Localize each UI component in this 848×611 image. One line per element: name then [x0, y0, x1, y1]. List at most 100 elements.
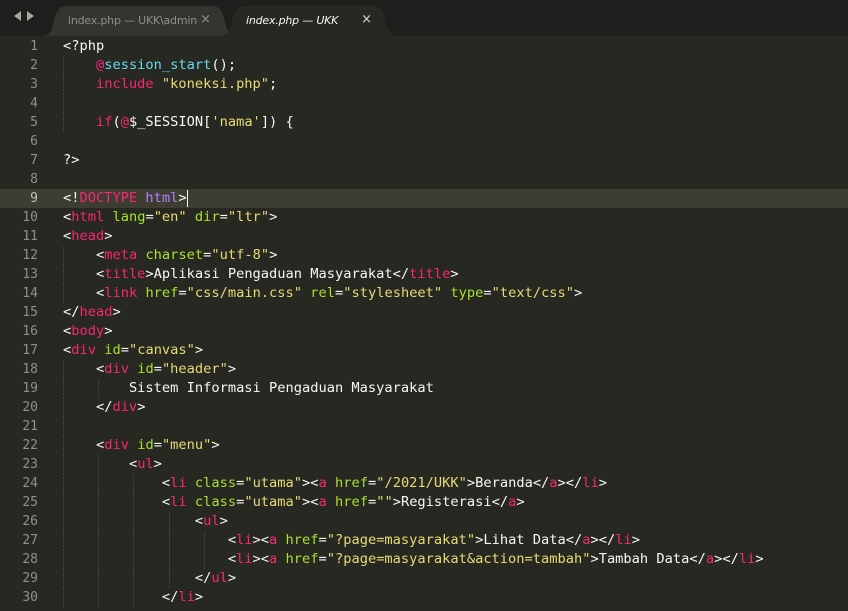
code-text[interactable]: <body>: [63, 322, 112, 341]
code-text[interactable]: ?>: [63, 151, 79, 170]
code-line[interactable]: 7 ?>: [0, 151, 848, 170]
code-line[interactable]: 20 </div>: [0, 398, 848, 417]
code-line[interactable]: 24 <li class="utama"><a href="/2021/UKK"…: [0, 474, 848, 493]
close-icon[interactable]: ×: [361, 12, 372, 28]
code-line[interactable]: 10 <html lang="en" dir="ltr">: [0, 208, 848, 227]
code-line[interactable]: 12 <meta charset="utf-8">: [0, 246, 848, 265]
code-token: ><: [302, 475, 319, 491]
code-text[interactable]: <ul>: [63, 455, 162, 474]
code-line[interactable]: 1 <?php: [0, 37, 848, 56]
code-token: </: [194, 570, 212, 586]
code-token: ul: [137, 456, 154, 472]
code-token: <?php: [63, 38, 105, 54]
code-text[interactable]: <div id="header">: [63, 360, 236, 379]
code-token: 'nama': [211, 114, 261, 130]
chevron-right-icon[interactable]: [27, 11, 34, 21]
code-line[interactable]: 4: [0, 94, 848, 113]
code-line[interactable]: 29 </ul>: [0, 569, 848, 588]
code-token: li: [170, 494, 187, 510]
code-token: "utama": [244, 494, 303, 510]
code-token: <: [63, 323, 72, 339]
tab-index-admin[interactable]: index.php — UKK\admin ×: [42, 6, 237, 36]
code-line[interactable]: 25 <li class="utama"><a href="">Register…: [0, 493, 848, 512]
code-text[interactable]: <link href="css/main.css" rel="styleshee…: [63, 284, 582, 303]
line-number: 10: [22, 210, 38, 225]
code-line[interactable]: 5 if(@$_SESSION['nama']) {: [0, 113, 848, 132]
code-token: =: [483, 285, 492, 301]
code-text[interactable]: <title>Aplikasi Pengaduan Masyarakat</ti…: [63, 265, 459, 284]
code-token: >: [153, 456, 162, 472]
line-number: 12: [22, 248, 38, 263]
code-text[interactable]: Sistem Informasi Pengaduan Masyarakat: [63, 379, 434, 398]
code-editor[interactable]: 1 <?php 2 @session_start(); 3 include "kone…: [0, 36, 848, 611]
code-line[interactable]: 18 <div id="header">: [0, 360, 848, 379]
code-text[interactable]: <li><a href="?page=masyarakat">Lihat Dat…: [63, 531, 640, 550]
code-text[interactable]: <div id="menu">: [63, 436, 220, 455]
chevron-left-icon[interactable]: [14, 11, 21, 21]
code-line[interactable]: 30 </li>: [0, 588, 848, 607]
code-text[interactable]: </head>: [63, 303, 121, 322]
code-line[interactable]: 13 <title>Aplikasi Pengaduan Masyarakat<…: [0, 265, 848, 284]
code-token: title: [104, 266, 146, 282]
line-number: 18: [22, 362, 38, 377]
line-number: 5: [30, 115, 38, 130]
code-line[interactable]: 14 <link href="css/main.css" rel="styles…: [0, 284, 848, 303]
line-number: 28: [22, 552, 38, 567]
code-text[interactable]: <!DOCTYPE html>: [63, 189, 188, 208]
code-text[interactable]: </ul>: [63, 569, 236, 588]
code-line[interactable]: 15 </head>: [0, 303, 848, 322]
code-line[interactable]: 27 <li><a href="?page=masyarakat">Lihat …: [0, 531, 848, 550]
code-line[interactable]: 6: [0, 132, 848, 151]
code-text[interactable]: <?php: [63, 37, 104, 56]
code-token: <: [227, 551, 237, 567]
code-line[interactable]: 28 <li><a href="?page=masyarakat&action=…: [0, 550, 848, 569]
code-token: >: [574, 285, 583, 301]
code-line[interactable]: 9 <!DOCTYPE html>: [0, 189, 848, 208]
code-text[interactable]: <head>: [63, 227, 112, 246]
code-text[interactable]: <li class="utama"><a href="/2021/UKK">Be…: [63, 474, 607, 493]
code-line[interactable]: 2 @session_start();: [0, 56, 848, 75]
code-line[interactable]: 11 <head>: [0, 227, 848, 246]
code-line[interactable]: 16 <body>: [0, 322, 848, 341]
code-line[interactable]: 19 Sistem Informasi Pengaduan Masyarakat: [0, 379, 848, 398]
code-line[interactable]: 26 <ul>: [0, 512, 848, 531]
code-line[interactable]: 8: [0, 170, 848, 189]
code-line[interactable]: 22 <div id="menu">: [0, 436, 848, 455]
code-line[interactable]: 23 <ul>: [0, 455, 848, 474]
tab-index-ukk[interactable]: index.php — UKK ×: [220, 6, 398, 36]
close-icon[interactable]: ×: [200, 12, 211, 28]
code-text[interactable]: <li class="utama"><a href="">Registerasi…: [63, 493, 525, 512]
code-token: >: [269, 209, 278, 225]
code-token: ></: [557, 475, 583, 491]
code-text[interactable]: if(@$_SESSION['nama']) {: [63, 113, 294, 132]
code-text[interactable]: </div>: [63, 398, 145, 417]
code-text[interactable]: <ul>: [63, 512, 228, 531]
code-line[interactable]: 3 include "koneksi.php";: [0, 75, 848, 94]
code-text[interactable]: <div id="canvas">: [63, 341, 203, 360]
code-token: li: [615, 532, 632, 548]
code-text[interactable]: @session_start();: [63, 56, 236, 75]
code-text[interactable]: <li><a href="?page=masyarakat&action=tam…: [63, 550, 764, 569]
code-token: li: [178, 589, 195, 605]
code-line[interactable]: 21: [0, 417, 848, 436]
line-number: 30: [22, 590, 38, 605]
code-text[interactable]: include "koneksi.php";: [63, 75, 277, 94]
code-text[interactable]: <html lang="en" dir="ltr">: [63, 208, 277, 227]
code-token: >: [112, 304, 121, 320]
code-text[interactable]: </li>: [63, 588, 203, 607]
code-text[interactable]: <meta charset="utf-8">: [63, 246, 277, 265]
code-token: >: [211, 437, 220, 453]
line-number: 14: [22, 286, 38, 301]
code-token: div: [112, 399, 138, 415]
code-token: href: [145, 285, 179, 301]
code-token: @: [120, 114, 129, 130]
code-line[interactable]: 17 <div id="canvas">: [0, 341, 848, 360]
